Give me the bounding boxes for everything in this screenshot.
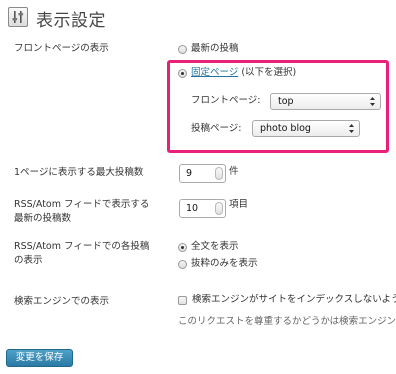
posts-per-page-unit: 件 <box>229 166 239 177</box>
front-page-label: フロントページの表示 <box>14 43 109 54</box>
posts-per-page-label: 1ページに表示する最大投稿数 <box>14 167 144 178</box>
front-page-select-label: フロントページ: <box>191 95 261 106</box>
posts-page-select[interactable]: photo blog <box>252 120 360 137</box>
rss-items-label-line1: RSS/Atom フィードで表示する <box>14 199 150 210</box>
front-page-select[interactable]: top <box>270 93 381 110</box>
front-page-select-value: top <box>278 96 294 107</box>
page-title: 表示設定 <box>36 11 106 31</box>
rss-items-unit: 項目 <box>229 199 249 210</box>
rss-content-label-line2: の表示 <box>14 255 43 266</box>
rss-items-label-line2: 最新の投稿数 <box>14 213 72 224</box>
rss-items-value: 10 <box>186 203 199 214</box>
posts-per-page-input[interactable]: 9 <box>179 164 226 183</box>
latest-posts-radio[interactable] <box>178 45 187 54</box>
search-engine-label: 検索エンジンでの表示 <box>14 296 110 307</box>
static-page-suffix: (以下を選択) <box>241 67 297 78</box>
number-stepper[interactable] <box>215 202 223 215</box>
discourage-search-text[interactable]: 検索エンジンがサイトをインデックスしないようにする <box>192 294 396 306</box>
reading-settings-page: 表示設定 フロントページの表示 最新の投稿 固定ページ (以下を選択) フロント… <box>0 0 396 374</box>
static-page-link[interactable]: 固定ページ <box>191 67 238 78</box>
summary-radio[interactable] <box>178 260 187 269</box>
rss-items-input[interactable]: 10 <box>179 199 226 218</box>
rss-content-label-line1: RSS/Atom フィードでの各投稿 <box>14 241 150 252</box>
static-page-option: 固定ページ (以下を選択) <box>191 67 296 79</box>
select-arrows-icon <box>370 97 375 106</box>
number-stepper[interactable] <box>215 167 223 180</box>
settings-icon <box>8 7 28 27</box>
latest-posts-label[interactable]: 最新の投稿 <box>191 43 239 55</box>
full-text-radio[interactable] <box>178 243 187 252</box>
summary-label[interactable]: 抜粋のみを表示 <box>191 258 258 270</box>
static-page-radio[interactable] <box>178 69 187 78</box>
full-text-label[interactable]: 全文を表示 <box>191 241 239 253</box>
select-arrows-icon <box>349 124 354 133</box>
save-button[interactable]: 変更を保存 <box>6 349 73 367</box>
posts-page-select-label: 投稿ページ: <box>191 123 242 134</box>
search-engine-note: このリクエストを尊重するかどうかは検索エンジンの設定によります。 <box>178 316 396 327</box>
discourage-search-checkbox[interactable] <box>178 296 187 305</box>
posts-page-select-value: photo blog <box>260 123 311 134</box>
posts-per-page-value: 9 <box>186 168 193 179</box>
